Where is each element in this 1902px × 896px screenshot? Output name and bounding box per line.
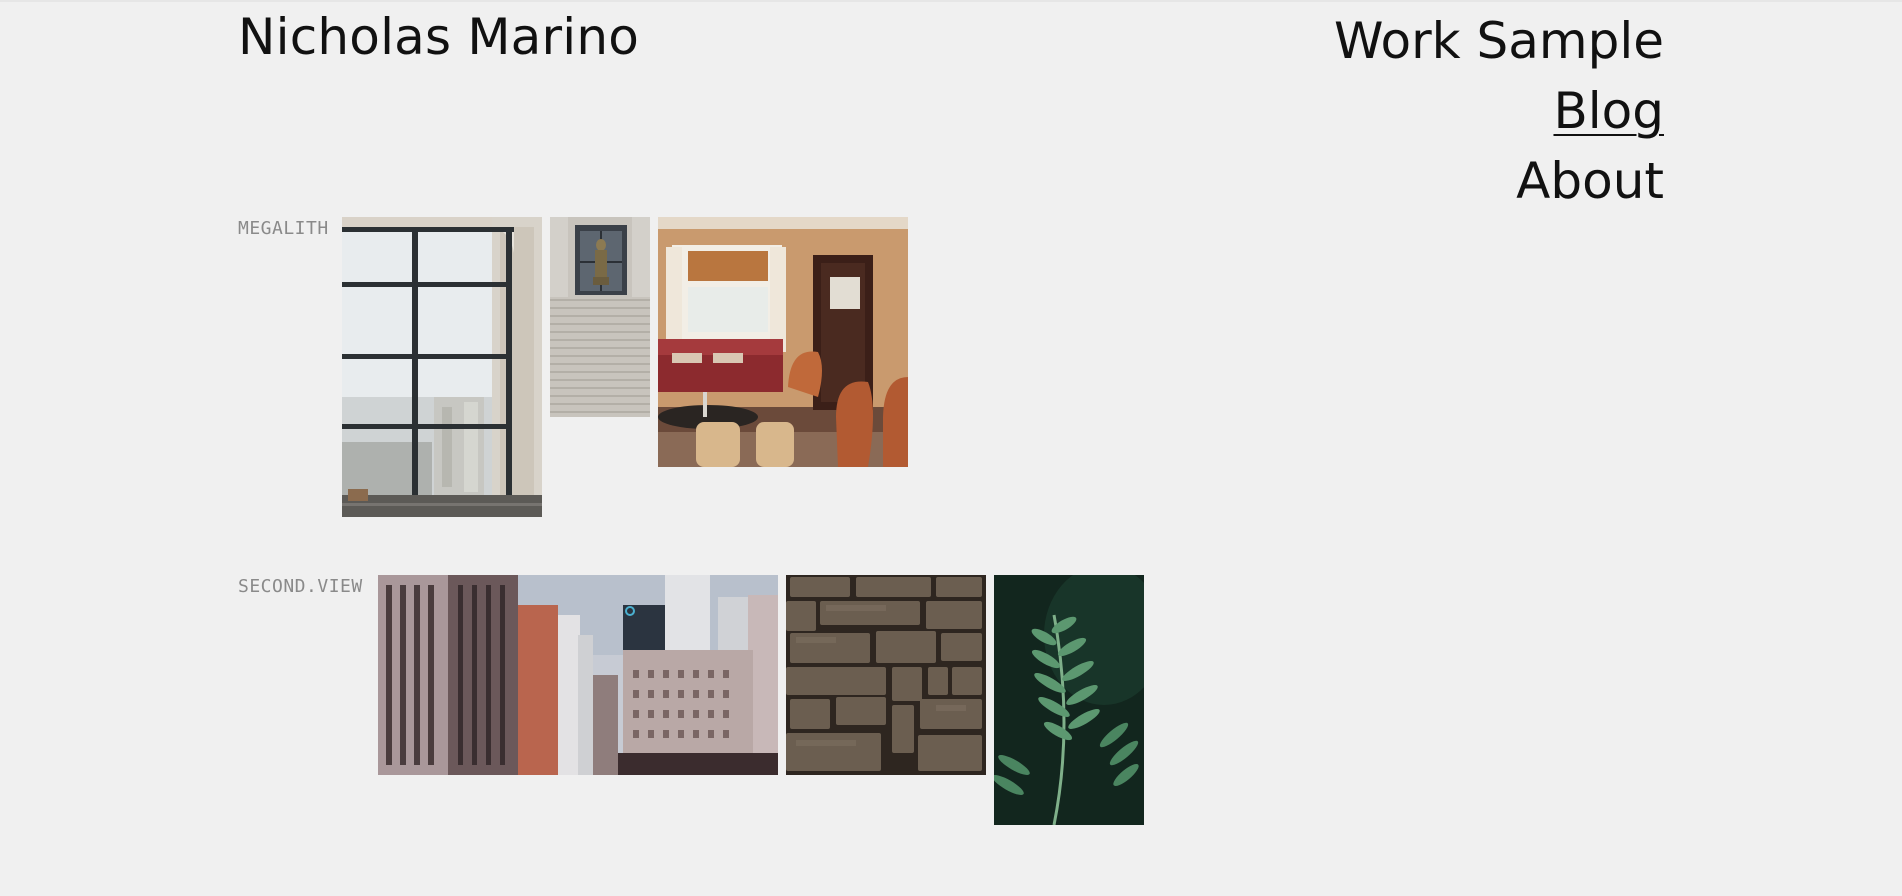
city-buildings-photo[interactable]: [378, 575, 778, 775]
statue-stairs-photo[interactable]: [550, 217, 650, 417]
stone-wall-photo[interactable]: [786, 575, 986, 775]
top-divider: [0, 0, 1902, 2]
fern-leaf-photo[interactable]: [994, 575, 1144, 825]
gallery-label-megalith[interactable]: MEGALITH: [238, 218, 329, 239]
nav-work-sample[interactable]: Work Sample: [1334, 6, 1664, 76]
nav-blog[interactable]: Blog: [1334, 76, 1664, 146]
lounge-interior-photo[interactable]: [658, 217, 908, 467]
nav-about[interactable]: About: [1334, 146, 1664, 216]
window-loft-photo[interactable]: [342, 217, 542, 517]
gallery-label-second-view[interactable]: SECOND.VIEW: [238, 576, 363, 597]
main-nav: Work Sample Blog About: [1334, 6, 1664, 216]
site-title[interactable]: Nicholas Marino: [238, 6, 639, 68]
